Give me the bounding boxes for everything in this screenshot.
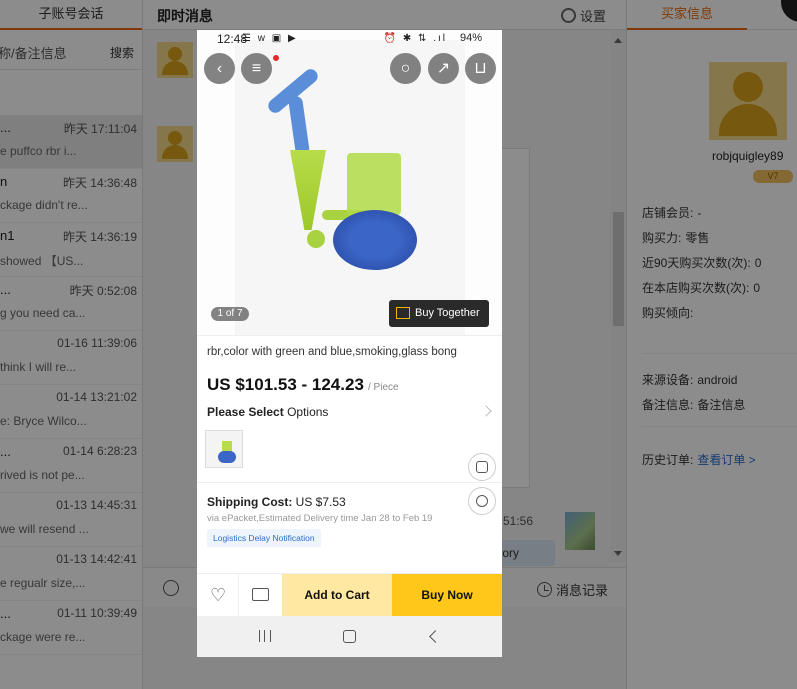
share-icon[interactable]: ↗ — [428, 53, 459, 84]
status-bar: 12:48 ☰ w ▣ ▶ ⏰ ✱ ⇅ .ıl 94% — [197, 30, 502, 50]
chevron-right-icon[interactable] — [480, 405, 492, 417]
select-value: Options — [287, 405, 329, 419]
product-price: US $101.53 - 124.23 — [207, 375, 364, 394]
logistics-delay-tag[interactable]: Logistics Delay Notification — [207, 529, 321, 547]
home-icon[interactable] — [343, 630, 356, 643]
history-icon[interactable] — [468, 487, 496, 515]
add-to-cart-button[interactable]: Add to Cart — [282, 574, 392, 617]
sku-thumbnail[interactable] — [205, 430, 243, 468]
battery-level: 94% — [459, 32, 482, 44]
chat-icon — [252, 588, 269, 601]
nav-back-icon[interactable] — [429, 630, 442, 643]
wishlist-button[interactable]: ♡ — [197, 574, 239, 617]
divider — [197, 482, 502, 483]
select-options-row[interactable]: Please Select Options — [207, 405, 328, 419]
shipping-cost: Shipping Cost: US $7.53 — [207, 495, 346, 509]
status-icons: ☰ w ▣ ▶ — [242, 33, 298, 44]
search-icon[interactable]: ○ — [390, 53, 421, 84]
chat-seller-button[interactable] — [239, 574, 282, 617]
menu-icon[interactable]: ≡ — [241, 53, 272, 84]
android-nav-bar — [197, 616, 502, 657]
heart-icon: ♡ — [210, 585, 227, 605]
coupon-icon[interactable] — [468, 453, 496, 481]
cart-icon[interactable]: ⊔ — [465, 53, 496, 84]
select-label: Please Select — [207, 405, 284, 419]
back-icon[interactable]: ‹ — [204, 53, 235, 84]
notification-dot — [273, 55, 279, 61]
divider — [197, 335, 502, 336]
bundle-icon — [396, 307, 410, 319]
product-screenshot: 12:48 ☰ w ▣ ▶ ⏰ ✱ ⇅ .ıl 94% ‹ ≡ ○ ↗ ⊔ 1 … — [197, 30, 502, 657]
purchase-bar: ♡ Add to Cart Buy Now — [197, 573, 502, 617]
price-unit: / Piece — [368, 382, 399, 393]
status-icons-right: ⏰ ✱ ⇅ .ıl — [383, 33, 447, 44]
shipping-details: via ePacket,Estimated Delivery time Jan … — [207, 513, 433, 524]
buy-now-button[interactable]: Buy Now — [392, 574, 502, 617]
product-title: rbr,color with green and blue,smoking,gl… — [207, 346, 457, 358]
buy-together-button[interactable]: Buy Together > — [389, 300, 489, 346]
image-counter: 1 of 7 — [211, 307, 249, 321]
recents-icon[interactable] — [259, 630, 271, 642]
